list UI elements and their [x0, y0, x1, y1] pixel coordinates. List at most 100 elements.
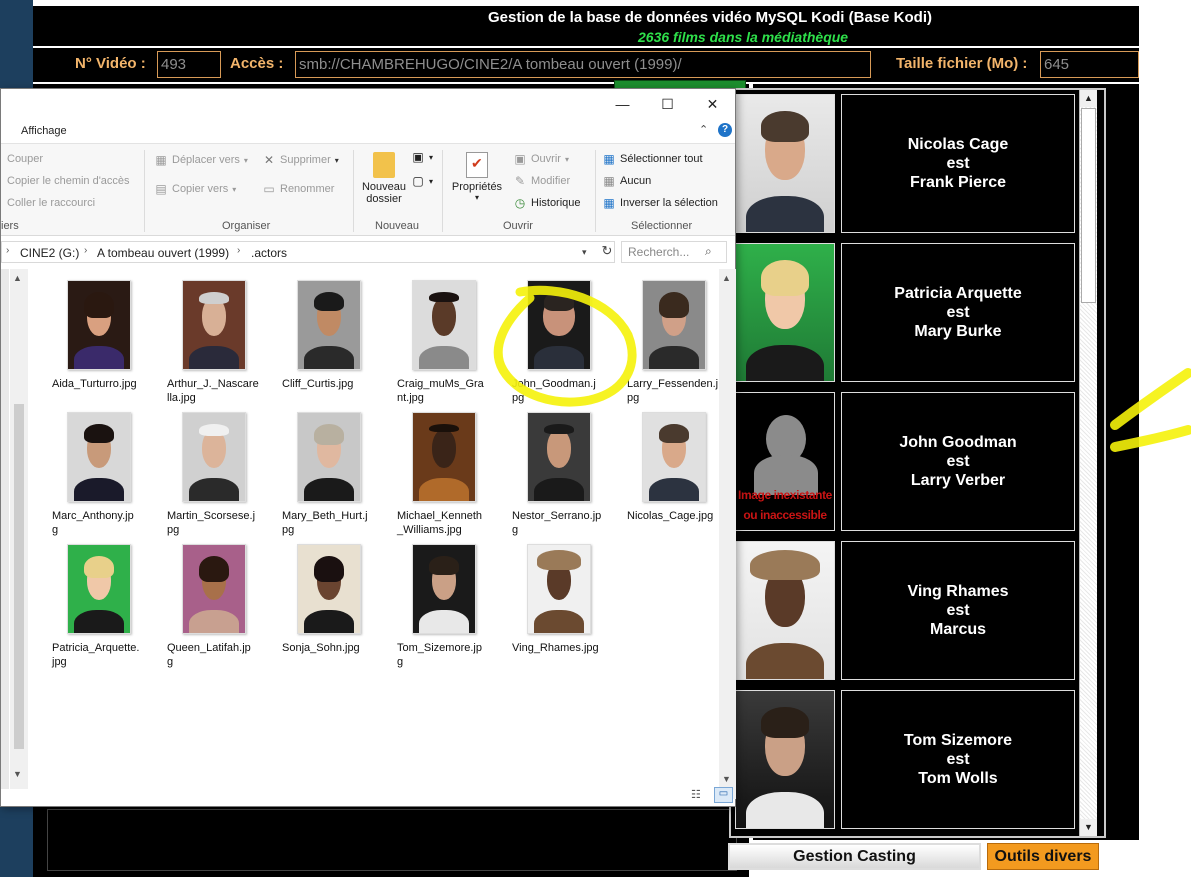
- outils-divers-button[interactable]: Outils divers: [987, 843, 1099, 870]
- new-item-button[interactable]: ▣ ▾: [411, 150, 433, 164]
- scroll-down-icon[interactable]: ▼: [722, 774, 731, 784]
- scroll-up-icon[interactable]: ▲: [722, 273, 731, 283]
- breadcrumb-folder[interactable]: A tombeau ouvert (1999): [97, 246, 229, 260]
- file-item[interactable]: Martin_Scorsese.j pg: [167, 412, 277, 537]
- file-item[interactable]: John_Goodman.j pg: [512, 280, 622, 405]
- select-none-button[interactable]: ▦ Aucun: [602, 174, 651, 188]
- image-thumbnail: [182, 280, 246, 370]
- cast-entry[interactable]: John Goodman est Larry Verber: [841, 392, 1075, 531]
- navigation-scrollbar[interactable]: ▲ ▼: [10, 269, 28, 789]
- file-name: Aida_Turturro.jpg: [52, 378, 137, 390]
- open-button[interactable]: ▣ Ouvrir ▾: [513, 152, 569, 166]
- actor-photo: [735, 690, 835, 829]
- role-name: Larry Verber: [910, 472, 1006, 489]
- copy-to-icon: ▤: [155, 182, 167, 196]
- move-to-button[interactable]: ▦ Déplacer vers ▾: [154, 153, 248, 167]
- scroll-down-icon[interactable]: ▼: [1080, 819, 1097, 836]
- file-item[interactable]: Ving_Rhames.jpg: [512, 544, 622, 655]
- video-number-field[interactable]: 493: [157, 51, 221, 78]
- scrollbar-thumb[interactable]: [1081, 108, 1096, 303]
- new-folder-button[interactable]: Nouveau dossier: [358, 152, 410, 205]
- image-thumbnail: [67, 412, 131, 502]
- copy-path-button[interactable]: Copier le chemin d'accès: [7, 175, 130, 187]
- delete-label: Supprimer: [280, 154, 331, 166]
- file-name: John_Goodman.j pg: [512, 378, 596, 404]
- image-thumbnail: [67, 280, 131, 370]
- file-item[interactable]: Patricia_Arquette. jpg: [52, 544, 162, 669]
- actor-photo: [735, 243, 835, 382]
- cut-button[interactable]: Couper: [7, 153, 43, 165]
- cast-entry[interactable]: Nicolas Cage est Frank Pierce: [841, 94, 1075, 233]
- file-name: Tom_Sizemore.jp g: [397, 642, 482, 668]
- file-size-field[interactable]: 645: [1040, 51, 1139, 78]
- rename-button[interactable]: ▭ Renommer: [262, 182, 334, 196]
- details-view-icon[interactable]: ☷: [691, 788, 707, 802]
- file-item[interactable]: Arthur_J._Nascare lla.jpg: [167, 280, 277, 405]
- clipboard-group-label: iers: [1, 220, 19, 232]
- scroll-up-icon[interactable]: ▲: [13, 273, 22, 283]
- file-item[interactable]: Mary_Beth_Hurt.j pg: [282, 412, 392, 537]
- casting-scrollbar[interactable]: ▲ ▼: [1079, 90, 1097, 836]
- app-header: Gestion de la base de données vidéo MySQ…: [33, 6, 1139, 46]
- file-item[interactable]: Queen_Latifah.jp g: [167, 544, 277, 669]
- file-name: Arthur_J._Nascare lla.jpg: [167, 378, 259, 404]
- select-all-button[interactable]: ▦ Sélectionner tout: [602, 152, 702, 166]
- file-item[interactable]: Nestor_Serrano.jp g: [512, 412, 622, 537]
- scroll-up-icon[interactable]: ▲: [1080, 90, 1097, 107]
- file-item[interactable]: Marc_Anthony.jp g: [52, 412, 162, 537]
- role-name: Marcus: [929, 621, 987, 638]
- image-thumbnail: [642, 412, 706, 502]
- chevron-down-icon[interactable]: ▾: [582, 247, 587, 258]
- image-thumbnail: [182, 544, 246, 634]
- file-item[interactable]: Michael_Kenneth _Williams.jpg: [397, 412, 507, 537]
- access-path-field[interactable]: smb://CHAMBREHUGO/CINE2/A tombeau ouvert…: [295, 51, 871, 78]
- ribbon: Couper Copier le chemin d'accès Coller l…: [1, 143, 735, 236]
- tab-affichage[interactable]: Affichage: [21, 125, 67, 137]
- actor-name: Ving Rhames: [907, 583, 1009, 600]
- image-thumbnail: [412, 280, 476, 370]
- file-item[interactable]: Cliff_Curtis.jpg: [282, 280, 392, 391]
- easy-access-button[interactable]: ▢ ▾: [411, 174, 433, 188]
- file-explorer-window: — ☐ ✕ Affichage ⌃ ? Couper Copier le che…: [0, 88, 736, 807]
- delete-button[interactable]: ✕ Supprimer ▾: [262, 153, 339, 167]
- gestion-casting-button[interactable]: Gestion Casting: [728, 843, 981, 870]
- content-scrollbar[interactable]: ▲ ▼: [719, 269, 736, 799]
- file-item[interactable]: Aida_Turturro.jpg: [52, 280, 162, 391]
- file-size-label: Taille fichier (Mo) :: [896, 55, 1028, 72]
- file-item[interactable]: Tom_Sizemore.jp g: [397, 544, 507, 669]
- file-item[interactable]: Sonja_Sohn.jpg: [282, 544, 392, 655]
- scrollbar-thumb[interactable]: [14, 404, 24, 749]
- close-button[interactable]: ✕: [690, 89, 735, 119]
- move-to-label: Déplacer vers: [172, 154, 240, 166]
- image-thumbnail: [412, 544, 476, 634]
- est-label: est: [946, 602, 970, 619]
- history-button[interactable]: ◷ Historique: [513, 196, 581, 210]
- help-icon[interactable]: ?: [718, 123, 732, 137]
- organiser-group-label: Organiser: [222, 220, 271, 232]
- breadcrumb-actors[interactable]: .actors: [251, 246, 287, 260]
- chevron-right-icon: ›: [84, 245, 88, 256]
- file-item[interactable]: Craig_muMs_Gra nt.jpg: [397, 280, 507, 405]
- file-name: Mary_Beth_Hurt.j pg: [282, 510, 368, 536]
- chevron-right-icon: ›: [6, 245, 10, 256]
- paste-shortcut-button[interactable]: Coller le raccourci: [7, 197, 95, 209]
- refresh-icon[interactable]: ↻: [598, 243, 616, 261]
- access-label: Accès :: [230, 55, 284, 72]
- cast-entry[interactable]: Ving Rhames est Marcus: [841, 541, 1075, 680]
- copy-path-label: Copier le chemin d'accès: [7, 175, 130, 187]
- collapse-ribbon-icon[interactable]: ⌃: [699, 123, 708, 136]
- cast-entry[interactable]: Patricia Arquette est Mary Burke: [841, 243, 1075, 382]
- minimize-button[interactable]: —: [600, 89, 645, 119]
- large-icons-view-icon[interactable]: ▭: [714, 787, 733, 803]
- breadcrumb-drive[interactable]: CINE2 (G:): [20, 246, 79, 260]
- maximize-button[interactable]: ☐: [645, 89, 690, 119]
- properties-button[interactable]: ✔ Propriétés ▾: [449, 152, 505, 202]
- copy-to-button[interactable]: ▤ Copier vers ▾: [154, 182, 236, 196]
- scroll-down-icon[interactable]: ▼: [13, 769, 22, 779]
- invert-selection-button[interactable]: ▦ Inverser la sélection: [602, 196, 718, 210]
- ribbon-divider: [353, 150, 354, 232]
- file-name: Craig_muMs_Gra nt.jpg: [397, 378, 484, 404]
- edit-button[interactable]: ✎ Modifier: [513, 174, 570, 188]
- cast-entry[interactable]: Tom Sizemore est Tom Wolls: [841, 690, 1075, 829]
- breadcrumb[interactable]: › CINE2 (G:) › A tombeau ouvert (1999) ›…: [1, 241, 615, 263]
